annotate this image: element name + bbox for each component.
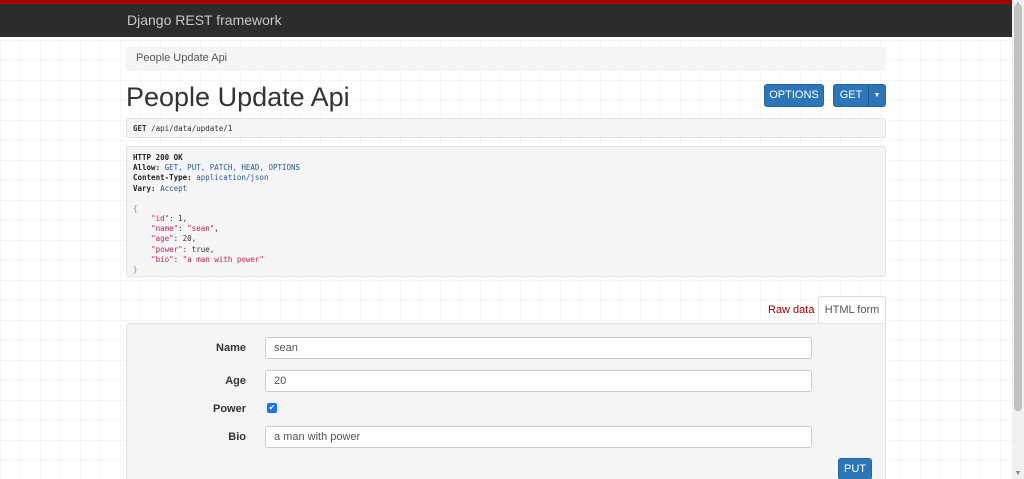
put-button[interactable]: PUT bbox=[838, 458, 872, 479]
request-path: /api/data/update/1 bbox=[151, 124, 233, 133]
scroll-down-icon[interactable]: ▼ bbox=[1012, 469, 1024, 479]
page-scrollbar[interactable]: ▲ ▼ bbox=[1012, 0, 1024, 479]
response-info: HTTP 200 OK Allow: GET, PUT, PATCH, HEAD… bbox=[126, 146, 886, 277]
brand-link[interactable]: Django REST framework bbox=[127, 12, 282, 28]
age-label: Age bbox=[225, 375, 246, 387]
json-line: "age": 20, bbox=[151, 234, 197, 244]
response-header: Allow: GET, PUT, PATCH, HEAD, OPTIONS bbox=[133, 163, 301, 173]
age-field[interactable]: 20 bbox=[265, 370, 812, 392]
caret-down-icon: ▼ bbox=[873, 92, 881, 99]
bio-label: Bio bbox=[228, 431, 246, 443]
name-field[interactable]: sean bbox=[265, 337, 812, 359]
json-open-brace: { bbox=[133, 203, 138, 213]
request-method: GET bbox=[133, 124, 147, 133]
response-header: Content-Type: application/json bbox=[133, 173, 269, 183]
request-info: GET /api/data/update/1 bbox=[126, 118, 886, 138]
json-line: "bio": "a man with power" bbox=[151, 254, 264, 264]
get-format-dropdown-button[interactable]: ▼ bbox=[868, 84, 886, 107]
breadcrumb-item[interactable]: People Update Api bbox=[136, 52, 227, 64]
power-checkbox[interactable]: ✔ bbox=[267, 403, 277, 413]
power-label: Power bbox=[212, 403, 246, 415]
name-label: Name bbox=[216, 342, 246, 354]
json-close-brace: } bbox=[133, 265, 138, 275]
bio-field[interactable]: a man with power bbox=[265, 426, 812, 448]
check-icon: ✔ bbox=[268, 403, 276, 412]
response-status: HTTP 200 OK bbox=[133, 153, 183, 162]
scroll-thumb[interactable] bbox=[1014, 4, 1022, 411]
json-line: "name": "sean", bbox=[151, 224, 219, 234]
json-line: "power": true, bbox=[151, 244, 215, 254]
options-button[interactable]: OPTIONS bbox=[764, 84, 824, 107]
page-title: People Update Api bbox=[126, 82, 350, 112]
breadcrumb: People Update Api bbox=[126, 47, 886, 71]
tab-html-form[interactable]: HTML form bbox=[818, 296, 886, 324]
response-header: Vary: Accept bbox=[133, 183, 188, 193]
tab-raw-data[interactable]: Raw data bbox=[768, 304, 814, 316]
json-line: "id": 1, bbox=[151, 214, 188, 224]
get-button[interactable]: GET bbox=[833, 84, 869, 107]
navbar: Django REST framework bbox=[0, 4, 1012, 37]
